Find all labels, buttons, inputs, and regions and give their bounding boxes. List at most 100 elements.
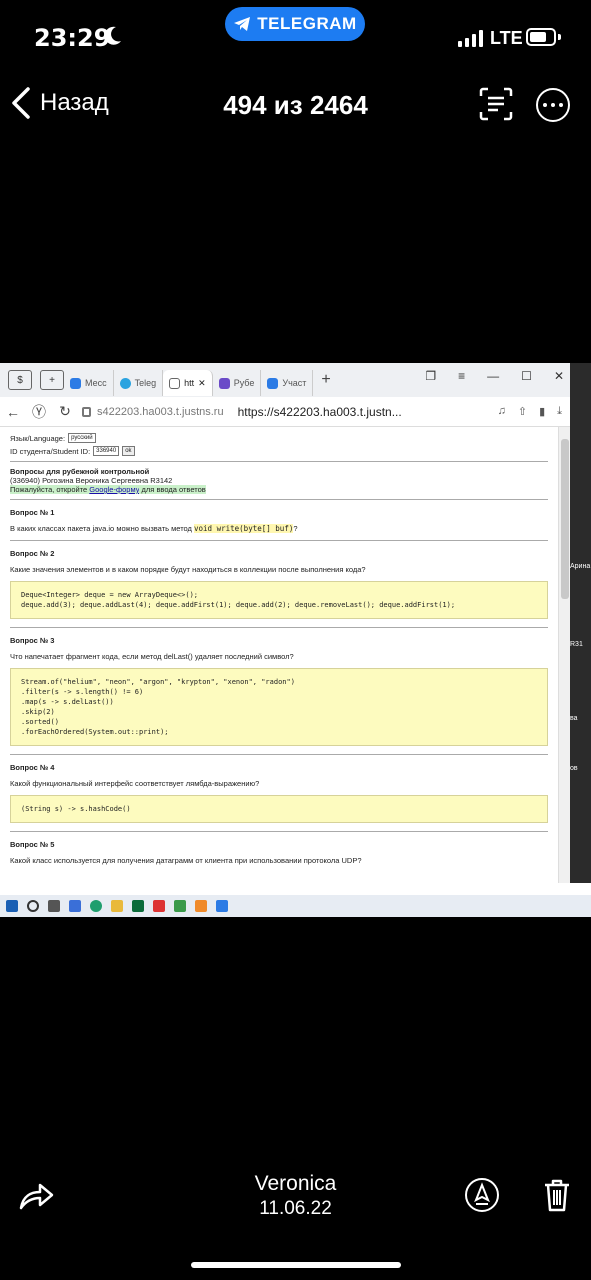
battery-tip <box>558 34 561 40</box>
telegram-pill-label: TELEGRAM <box>257 14 357 33</box>
question-5-title: Вопрос № 5 <box>10 840 55 849</box>
viewer-footer: Veronica 11.06.22 <box>0 1160 591 1280</box>
close-tab-icon[interactable]: ✕ <box>198 378 206 389</box>
browser-window: $ + Месс Teleg htt ✕ Рубе Участ + ❐ ≡ — ☐… <box>0 363 570 883</box>
telegram-pill[interactable]: TELEGRAM <box>225 7 365 41</box>
home-button[interactable]: $ <box>8 370 32 390</box>
question-3-text: Что напечатает фрагмент кода, если метод… <box>10 652 294 661</box>
folder-icon[interactable] <box>111 900 123 912</box>
zoom-participants-strip: Арина R31 ва ов <box>570 363 591 883</box>
question-1-text: В каких классах пакета java.io можно выз… <box>10 524 298 533</box>
student-id-row: ID студента/Student ID: 336940 ok <box>10 446 548 456</box>
home-indicator <box>191 1262 401 1268</box>
network-label: LTE <box>490 28 523 48</box>
question-3-code: Stream.of("helium", "neon", "argon", "kr… <box>10 668 548 746</box>
address-bar: ← Ⓨ ↻ s422203.ha003.t.justns.ru https://… <box>0 397 570 427</box>
address-actions: ♫ ⇧ ▮ ⤓ <box>498 405 562 418</box>
question-4-title: Вопрос № 4 <box>10 763 55 772</box>
tab-active-page[interactable]: htt ✕ <box>163 370 213 396</box>
headphones-icon[interactable]: ♫ <box>498 405 506 418</box>
maximize-icon[interactable]: ☐ <box>521 369 532 383</box>
edge-icon[interactable] <box>90 900 102 912</box>
signal-icon <box>458 29 483 47</box>
reload-icon[interactable]: ↻ <box>52 403 78 420</box>
student-id-input[interactable]: 336940 <box>93 446 120 456</box>
viewer-header: Назад 494 из 2464 <box>0 80 591 132</box>
close-window-icon[interactable]: ✕ <box>554 369 564 383</box>
clock: 23:29 <box>34 24 111 52</box>
page-title: Вопросы для рубежной контрольной <box>10 467 150 476</box>
bookmark-icon[interactable]: ▮ <box>539 405 545 418</box>
telegram-tab-icon <box>119 377 131 389</box>
telegram-taskbar-icon[interactable] <box>195 900 207 912</box>
language-row: Язык/Language: русский <box>10 433 548 443</box>
divider <box>10 754 548 755</box>
zoom-taskbar-icon[interactable] <box>216 900 228 912</box>
lang-label: Язык/Language: <box>10 433 66 443</box>
divider <box>10 627 548 628</box>
minimize-icon[interactable]: — <box>487 369 499 383</box>
text-recognition-icon[interactable] <box>478 86 514 122</box>
back-arrow-icon[interactable]: ← <box>0 404 26 420</box>
tab-rubezh[interactable]: Рубе <box>213 370 262 396</box>
web-page: Язык/Language: русский ID студента/Stude… <box>0 427 558 883</box>
windows-start-icon[interactable] <box>6 900 18 912</box>
question-5-text: Какой класс используется для получения д… <box>10 856 362 865</box>
battery-icon <box>526 28 556 46</box>
student-line: (336940) Рогозина Вероника Сергеевна R31… <box>10 476 173 485</box>
zoom-tab-icon <box>267 377 279 389</box>
status-bar: 23:29 TELEGRAM LTE <box>0 0 591 75</box>
question-4-text: Какой функциональный интерфейс соответст… <box>10 779 260 788</box>
new-tab-button[interactable]: + <box>321 371 330 389</box>
address-host[interactable]: s422203.ha003.t.justns.ru <box>97 406 224 418</box>
sender-name: Veronica <box>254 1172 337 1195</box>
search-icon[interactable] <box>27 900 39 912</box>
telegram-icon <box>234 17 251 31</box>
form-icon <box>218 377 230 389</box>
messenger-icon <box>70 377 81 389</box>
divider <box>10 831 548 832</box>
bookmarks-icon[interactable]: ❐ <box>425 369 436 383</box>
yandex-browser-icon[interactable] <box>153 900 165 912</box>
address-url[interactable]: https://s422203.ha003.t.justn... <box>238 405 402 419</box>
language-select[interactable]: русский <box>68 433 96 443</box>
task-view-icon[interactable] <box>48 900 60 912</box>
google-form-link[interactable]: Google-форму <box>89 485 140 494</box>
edit-icon[interactable] <box>465 1178 499 1212</box>
yandex-icon[interactable]: Ⓨ <box>26 402 52 422</box>
divider <box>10 540 548 541</box>
divider <box>10 461 548 462</box>
moon-icon <box>104 26 121 45</box>
form-hint: Пожалуйста, откройте Google-форму для вв… <box>10 485 206 494</box>
divider <box>10 499 548 500</box>
new-window-button[interactable]: + <box>40 370 64 390</box>
message-date: 11.06.22 <box>259 1198 332 1219</box>
tab-messenger[interactable]: Месс <box>64 370 114 396</box>
pen-icon <box>474 1182 490 1205</box>
question-2-text: Какие значения элементов и в каком поряд… <box>10 565 366 574</box>
more-options-icon[interactable] <box>536 88 570 122</box>
store-icon[interactable] <box>132 900 144 912</box>
question-1-title: Вопрос № 1 <box>10 508 55 517</box>
question-3-title: Вопрос № 3 <box>10 636 55 645</box>
tab-telegram[interactable]: Teleg <box>114 370 164 396</box>
lock-icon <box>82 406 91 417</box>
tab-participants[interactable]: Участ <box>261 370 314 396</box>
tab-bar: $ + Месс Teleg htt ✕ Рубе Участ + ❐ ≡ — ☐… <box>0 363 570 397</box>
map-icon[interactable] <box>174 900 186 912</box>
trash-icon[interactable] <box>543 1178 571 1212</box>
question-2-title: Вопрос № 2 <box>10 549 55 558</box>
question-4-code: (String s) -> s.hashCode() <box>10 795 548 823</box>
ok-button[interactable]: ok <box>122 446 135 456</box>
photo-content[interactable]: $ + Месс Teleg htt ✕ Рубе Участ + ❐ ≡ — ☐… <box>0 363 591 917</box>
question-2-code: Deque<Integer> deque = new ArrayDeque<>(… <box>10 581 548 619</box>
menu-icon[interactable]: ≡ <box>458 369 465 383</box>
share-icon[interactable]: ⇧ <box>518 405 527 418</box>
scrollbar-thumb[interactable] <box>561 439 569 599</box>
download-icon[interactable]: ⤓ <box>557 405 562 418</box>
page-scrollbar[interactable] <box>558 427 570 883</box>
mail-icon[interactable] <box>69 900 81 912</box>
student-id-label: ID студента/Student ID: <box>10 446 91 456</box>
windows-taskbar <box>0 895 591 917</box>
window-controls: ❐ ≡ — ☐ ✕ <box>425 369 564 383</box>
